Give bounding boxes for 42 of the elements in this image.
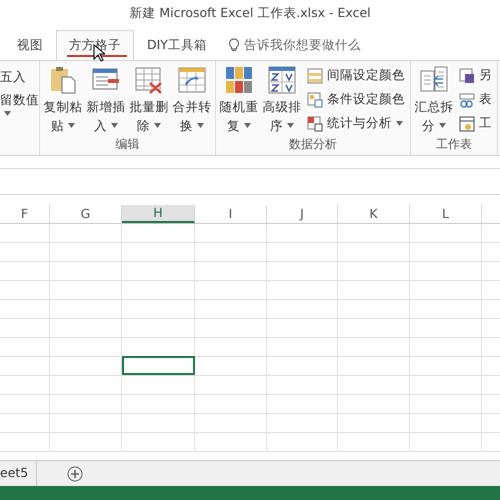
striped-grid-icon bbox=[307, 68, 323, 84]
tell-me-field[interactable]: 告诉我你想要做什么 bbox=[220, 30, 369, 60]
ribbon-button[interactable]: 表 bbox=[459, 89, 492, 110]
add-sheet-icon[interactable] bbox=[67, 466, 84, 482]
grid-arrows-icon bbox=[177, 65, 207, 95]
column-header[interactable]: K bbox=[338, 205, 410, 223]
ribbon-label[interactable]: 五入 bbox=[0, 65, 26, 88]
sort-icon bbox=[267, 65, 297, 95]
selected-cell[interactable] bbox=[122, 356, 195, 375]
ribbon-button[interactable]: 另 bbox=[459, 65, 492, 86]
grid-chart-icon bbox=[307, 116, 323, 132]
color-blocks-icon bbox=[224, 65, 254, 95]
ribbon-button[interactable]: 间隔设定颜色 bbox=[307, 65, 405, 86]
column-header[interactable]: F bbox=[0, 205, 50, 223]
ribbon-tab[interactable]: 视图 bbox=[4, 30, 56, 60]
column-header[interactable]: J bbox=[267, 205, 338, 223]
group-label: 数据分析 bbox=[289, 136, 337, 153]
grid-delete-icon bbox=[134, 65, 164, 95]
ribbon-button[interactable]: 随机重 复 bbox=[218, 61, 260, 135]
sheet-tab[interactable]: eet5 bbox=[0, 461, 38, 486]
ribbon-button[interactable]: 汇总拆 分 bbox=[413, 61, 455, 135]
ribbon-button[interactable]: 新增插 入 bbox=[85, 61, 127, 135]
group-label: 工作表 bbox=[436, 136, 472, 153]
ribbon-button[interactable]: 高级排 序 bbox=[261, 61, 303, 135]
group-label: 编辑 bbox=[116, 136, 140, 153]
ribbon-button[interactable]: 批量删 除 bbox=[128, 61, 170, 135]
column-header[interactable]: I bbox=[195, 205, 267, 223]
column-header[interactable]: H bbox=[122, 205, 195, 223]
link-icon bbox=[459, 92, 475, 108]
ribbon-button[interactable]: 合并转 换 bbox=[171, 61, 213, 135]
clipboard-icon bbox=[48, 65, 78, 95]
ribbon-tab[interactable]: DIY工具箱 bbox=[134, 30, 220, 60]
column-header[interactable]: L bbox=[410, 205, 482, 223]
window-title: 新建 Microsoft Excel 工作表.xlsx - Excel bbox=[129, 4, 371, 22]
formula-bar[interactable] bbox=[0, 168, 500, 195]
sheet-icon bbox=[459, 116, 475, 132]
ribbon-button[interactable]: 统计与分析 bbox=[307, 113, 405, 134]
ribbon-button[interactable]: 条件设定颜色 bbox=[307, 89, 405, 110]
ribbon-button[interactable]: 工 bbox=[459, 113, 492, 134]
lightbulb-icon bbox=[228, 38, 240, 52]
ribbon-label[interactable]: 留数值 bbox=[0, 88, 39, 111]
ribbon-button[interactable]: 复制粘 贴 bbox=[42, 61, 84, 135]
